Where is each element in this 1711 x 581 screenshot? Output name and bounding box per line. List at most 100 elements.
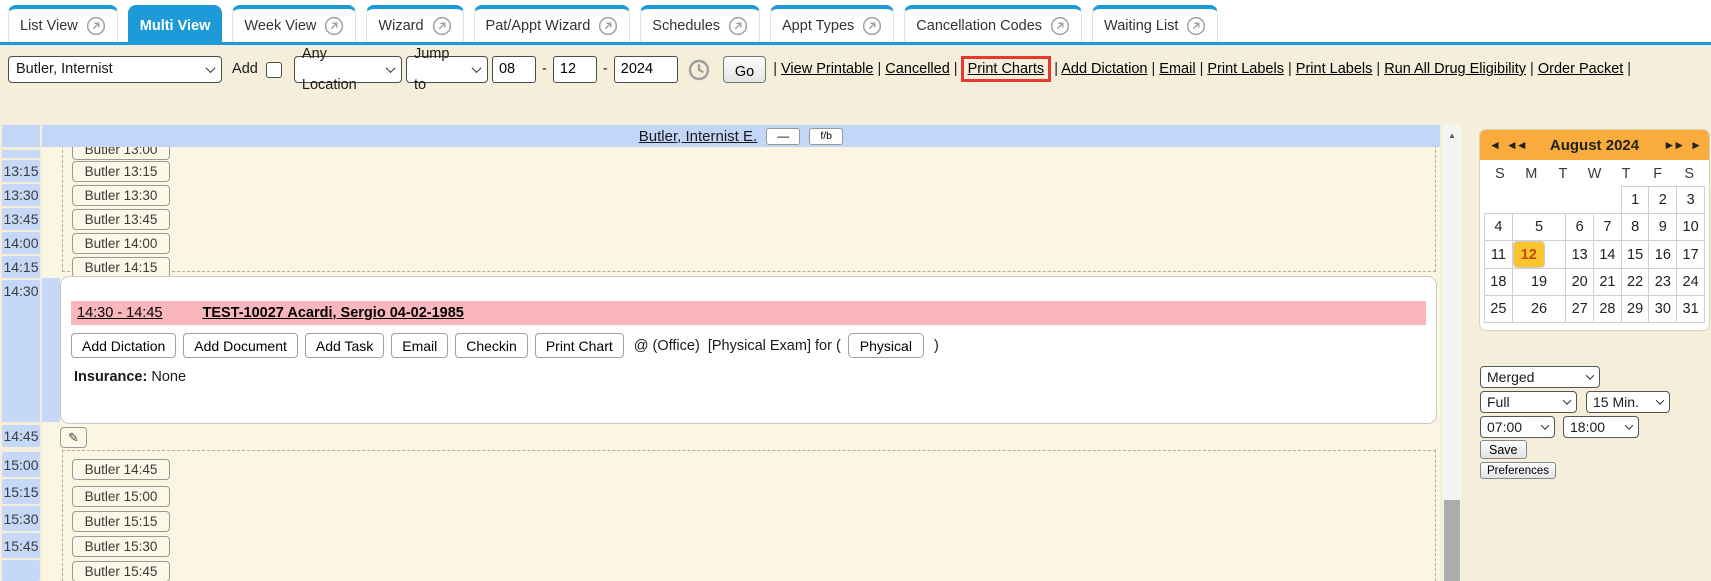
weekday-label: F xyxy=(1642,166,1674,182)
provider-select[interactable]: Butler, Internist xyxy=(8,56,222,83)
go-button[interactable]: Go xyxy=(723,56,766,83)
slot-button-butler-15-00[interactable]: Butler 15:00 xyxy=(72,486,170,507)
slot-button-butler-14-45[interactable]: Butler 14:45 xyxy=(72,459,170,480)
calendar-day[interactable]: 24 xyxy=(1677,269,1705,296)
tab-pat-appt-wizard[interactable]: Pat/Appt Wizard xyxy=(474,5,631,42)
toolbar-link-view-printable[interactable]: View Printable xyxy=(781,61,873,77)
calendar-day[interactable]: 1 xyxy=(1621,187,1649,214)
calendar-prev-button[interactable]: ◄ xyxy=(1489,138,1499,152)
appointment-type-chip[interactable]: Physical xyxy=(848,333,924,358)
tab-schedules[interactable]: Schedules xyxy=(640,5,760,42)
calendar-day[interactable]: 29 xyxy=(1621,296,1649,323)
calendar-day[interactable]: 21 xyxy=(1594,269,1622,296)
jump-to-select[interactable]: Jump to xyxy=(406,56,488,83)
calendar-next-button[interactable]: ► xyxy=(1690,138,1700,152)
slot-button-butler-15-30[interactable]: Butler 15:30 xyxy=(72,536,170,557)
calendar-day[interactable]: 11 xyxy=(1485,241,1513,269)
calendar-day[interactable]: 27 xyxy=(1566,296,1594,323)
calendar-next-fast-button[interactable]: ►► xyxy=(1663,138,1683,152)
calendar-day[interactable]: 25 xyxy=(1485,296,1513,323)
calendar-day[interactable]: 16 xyxy=(1649,241,1677,269)
time-cell: 15:15 xyxy=(2,479,40,504)
scroll-thumb[interactable] xyxy=(1444,500,1460,581)
date-day-input[interactable] xyxy=(553,56,597,83)
slot-button-butler-13-15[interactable]: Butler 13:15 xyxy=(72,161,170,182)
calendar-day[interactable]: 20 xyxy=(1566,269,1594,296)
date-month-input[interactable] xyxy=(492,56,536,83)
toolbar-link-run-all-drug-eligibility[interactable]: Run All Drug Eligibility xyxy=(1384,61,1526,77)
toolbar-link-order-packet[interactable]: Order Packet xyxy=(1538,61,1623,77)
calendar-day-empty xyxy=(1566,187,1594,214)
size-select[interactable]: Full xyxy=(1480,391,1577,413)
appointment-action-checkin[interactable]: Checkin xyxy=(455,333,528,358)
slot-button-butler-15-15[interactable]: Butler 15:15 xyxy=(72,511,170,532)
tab-waiting-list[interactable]: Waiting List xyxy=(1092,5,1218,42)
appointment-action-add-task[interactable]: Add Task xyxy=(305,333,384,358)
calendar-day[interactable]: 7 xyxy=(1594,214,1622,241)
view-mode-select[interactable]: Merged xyxy=(1480,366,1600,388)
calendar-day[interactable]: 26 xyxy=(1512,296,1566,323)
calendar-day[interactable]: 6 xyxy=(1566,214,1594,241)
appointment-patient-link[interactable]: TEST-10027 Acardi, Sergio 04-02-1985 xyxy=(202,305,463,321)
calendar-day[interactable]: 31 xyxy=(1677,296,1705,323)
history-clock-icon[interactable] xyxy=(687,58,711,82)
calendar-day[interactable]: 10 xyxy=(1677,214,1705,241)
slot-button-butler-14-15[interactable]: Butler 14:15 xyxy=(72,257,170,278)
location-select[interactable]: Any Location xyxy=(294,56,402,83)
tab-list-view[interactable]: List View xyxy=(8,5,118,42)
external-link-icon xyxy=(728,16,748,36)
location-select-value: Any Location xyxy=(302,39,379,101)
calendar-day[interactable]: 18 xyxy=(1485,269,1513,296)
slot-button-butler-14-00[interactable]: Butler 14:00 xyxy=(72,233,170,254)
slot-button-butler-13-45[interactable]: Butler 13:45 xyxy=(72,209,170,230)
calendar-day[interactable]: 4 xyxy=(1485,214,1513,241)
appointment-action-print-chart[interactable]: Print Chart xyxy=(535,333,624,358)
calendar-day[interactable]: 14 xyxy=(1594,241,1622,269)
calendar-day[interactable]: 3 xyxy=(1677,187,1705,214)
toolbar-link-add-dictation[interactable]: Add Dictation xyxy=(1061,61,1147,77)
calendar-day[interactable]: 22 xyxy=(1621,269,1649,296)
tab-wizard[interactable]: Wizard xyxy=(366,5,463,42)
edit-slot-button[interactable]: ✎ xyxy=(60,427,87,448)
calendar-day[interactable]: 28 xyxy=(1594,296,1622,323)
appointment-action-add-dictation[interactable]: Add Dictation xyxy=(71,333,176,358)
forward-back-button[interactable]: f/b xyxy=(809,128,843,145)
end-time-select[interactable]: 18:00 xyxy=(1563,416,1639,438)
appointment-action-add-document[interactable]: Add Document xyxy=(183,333,298,358)
preferences-button[interactable]: Preferences xyxy=(1480,462,1556,479)
calendar-day[interactable]: 5 xyxy=(1512,214,1566,241)
collapse-column-button[interactable]: — xyxy=(766,128,800,145)
tab-appt-types[interactable]: Appt Types xyxy=(770,5,894,42)
appointment-time-link[interactable]: 14:30 - 14:45 xyxy=(77,305,162,321)
provider-header-link[interactable]: Butler, Internist E. xyxy=(639,128,757,145)
calendar-day[interactable]: 12 xyxy=(1513,241,1545,268)
calendar-day[interactable]: 23 xyxy=(1649,269,1677,296)
interval-select[interactable]: 15 Min. xyxy=(1586,391,1670,413)
tab-week-view[interactable]: Week View xyxy=(232,5,356,42)
tab-cancellation-codes[interactable]: Cancellation Codes xyxy=(904,5,1082,42)
appointment-action-email[interactable]: Email xyxy=(391,333,448,358)
calendar-day[interactable]: 15 xyxy=(1621,241,1649,269)
toolbar-link-email[interactable]: Email xyxy=(1159,61,1195,77)
slot-button-butler-13-30[interactable]: Butler 13:30 xyxy=(72,185,170,206)
date-year-input[interactable] xyxy=(614,56,678,83)
toolbar-link-print-labels[interactable]: Print Labels xyxy=(1207,61,1284,77)
scroll-up-button[interactable]: ▲ xyxy=(1443,125,1461,145)
add-checkbox[interactable] xyxy=(266,62,282,78)
calendar-day[interactable]: 2 xyxy=(1649,187,1677,214)
toolbar-link-print-labels[interactable]: Print Labels xyxy=(1296,61,1373,77)
save-button[interactable]: Save xyxy=(1480,440,1527,459)
tab-multi-view[interactable]: Multi View xyxy=(128,5,223,42)
vertical-scrollbar[interactable]: ▲ xyxy=(1443,125,1461,581)
calendar-day[interactable]: 19 xyxy=(1512,269,1566,296)
toolbar-link-cancelled[interactable]: Cancelled xyxy=(885,61,950,77)
calendar-day[interactable]: 17 xyxy=(1677,241,1705,269)
calendar-day[interactable]: 13 xyxy=(1566,241,1594,269)
toolbar-link-print-charts[interactable]: Print Charts xyxy=(961,56,1052,82)
slot-button-butler-15-45[interactable]: Butler 15:45 xyxy=(72,561,170,581)
calendar-day[interactable]: 30 xyxy=(1649,296,1677,323)
calendar-day[interactable]: 8 xyxy=(1621,214,1649,241)
calendar-day[interactable]: 9 xyxy=(1649,214,1677,241)
calendar-prev-fast-button[interactable]: ◄◄ xyxy=(1506,138,1526,152)
start-time-select[interactable]: 07:00 xyxy=(1480,416,1555,438)
